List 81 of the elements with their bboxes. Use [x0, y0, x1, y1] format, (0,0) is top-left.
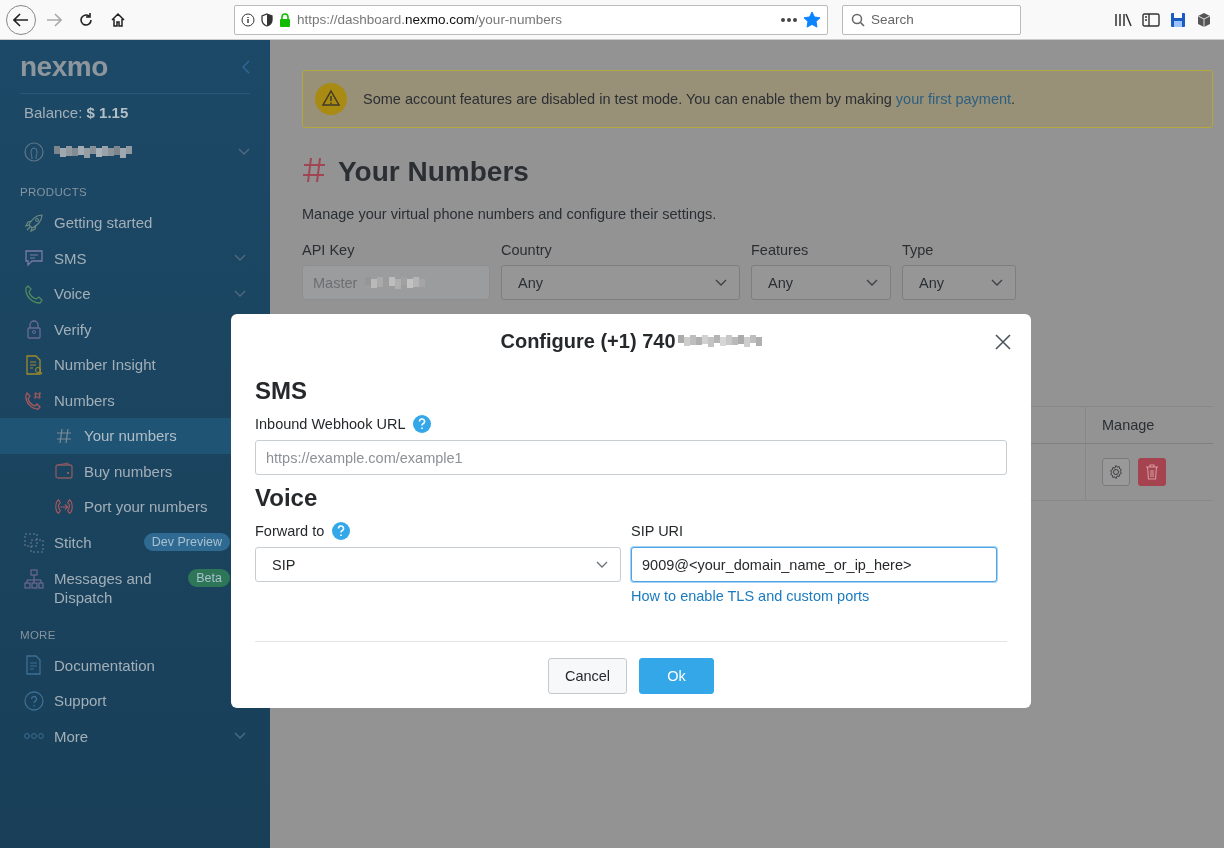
field-label: Country — [501, 242, 553, 259]
redacted-text — [365, 276, 426, 289]
help-icon[interactable] — [413, 415, 432, 433]
logo: nexmo — [20, 52, 108, 81]
ok-button[interactable]: Ok — [639, 658, 715, 694]
sidebar-item[interactable]: Verify — [0, 311, 270, 347]
shield-icon — [261, 12, 273, 27]
badge: Dev Preview — [143, 532, 230, 551]
dots-icon — [24, 733, 44, 740]
library-icon[interactable] — [1114, 11, 1132, 28]
select-field[interactable]: Any — [902, 265, 1016, 300]
settings-button[interactable] — [1102, 458, 1130, 486]
warning-icon — [315, 83, 347, 115]
field-label: API Key — [302, 242, 356, 259]
document-icon — [24, 655, 44, 676]
phone-icon — [24, 283, 44, 304]
hash-icon — [56, 427, 72, 444]
warning-message: Some account features are disabled in test mode. You can enable them by making your first payment. — [363, 91, 1016, 107]
chevron-down-icon — [238, 148, 250, 156]
close-icon — [995, 334, 1011, 350]
sidebar-item[interactable]: Support — [0, 683, 270, 719]
field-label: Type — [902, 242, 935, 259]
account-icon — [24, 142, 44, 162]
page-subtitle: Manage your virtual phone numbers and configure their settings. — [302, 206, 718, 222]
sidebar-item[interactable]: Voice — [0, 276, 270, 312]
padlock-icon — [24, 319, 44, 340]
sip-uri-field[interactable]: 9009@<your_domain_name_or_ip_here> — [631, 547, 997, 582]
field-label: Forward to — [255, 523, 325, 539]
search-icon — [851, 12, 865, 27]
url-text: https://dashboard.nexmo.com/your-numbers — [297, 12, 563, 27]
select-field[interactable]: Any — [501, 265, 740, 300]
document-search-icon — [24, 354, 44, 375]
info-icon — [241, 12, 255, 27]
help-icon[interactable] — [332, 522, 351, 540]
badge: Beta — [188, 568, 230, 587]
field-label: SIP URI — [631, 523, 684, 539]
sidebar-item[interactable]: More — [0, 718, 270, 754]
frame-icon — [24, 532, 44, 553]
webhook-url-field[interactable]: https://example.com/example1 — [255, 440, 1007, 475]
section-heading: MORE — [19, 627, 57, 643]
trash-icon — [1145, 464, 1159, 480]
home-icon — [110, 11, 126, 28]
page-title: Your Numbers — [338, 156, 529, 188]
sidebar-item[interactable]: Getting started — [0, 205, 270, 241]
column-header: Manage — [1102, 417, 1155, 433]
search-field[interactable]: Search — [842, 4, 1021, 35]
more-dots-icon[interactable] — [781, 17, 797, 22]
phone-hash-icon — [24, 390, 44, 411]
select-field[interactable]: Any — [751, 265, 891, 300]
wallet-icon — [54, 461, 74, 482]
cube-icon[interactable] — [1196, 11, 1212, 28]
help-link[interactable]: How to enable TLS and custom ports — [631, 588, 870, 604]
reload-icon — [78, 11, 94, 28]
chevron-down-icon — [866, 278, 878, 287]
close-button[interactable] — [995, 334, 1011, 350]
chat-bubble-icon — [24, 248, 44, 269]
chevron-down-icon — [991, 278, 1003, 287]
dialog-title: Configure (+1) 740 — [500, 329, 676, 353]
rocket-icon — [24, 212, 44, 233]
sidebar-item[interactable]: SMS — [0, 240, 270, 276]
section-heading: PRODUCTS — [19, 185, 88, 200]
back-arrow-icon — [13, 12, 29, 27]
address-bar[interactable]: https://dashboard.nexmo.com/your-numbers — [234, 4, 828, 35]
chevron-down-icon — [596, 560, 608, 569]
chevron-down-icon — [715, 278, 727, 287]
bookmark-star-icon[interactable] — [803, 11, 821, 28]
section-heading: Voice — [255, 483, 319, 513]
forward-select[interactable]: SIP — [255, 547, 621, 582]
sidebar-icon[interactable] — [1142, 11, 1160, 28]
sidebar-item[interactable]: Documentation — [0, 647, 270, 683]
lock-icon — [279, 12, 291, 27]
settings-icon — [1108, 464, 1124, 480]
hash-icon — [302, 155, 326, 184]
save-icon[interactable] — [1170, 11, 1186, 28]
balance-text: Balance: $ 1.15 — [23, 103, 130, 123]
phone-transfer-icon — [54, 496, 74, 517]
field-label: Features — [751, 242, 810, 259]
hierarchy-icon — [24, 568, 44, 589]
forward-arrow-icon — [46, 12, 62, 27]
cancel-button[interactable]: Cancel — [547, 658, 628, 694]
help-icon — [24, 690, 44, 711]
